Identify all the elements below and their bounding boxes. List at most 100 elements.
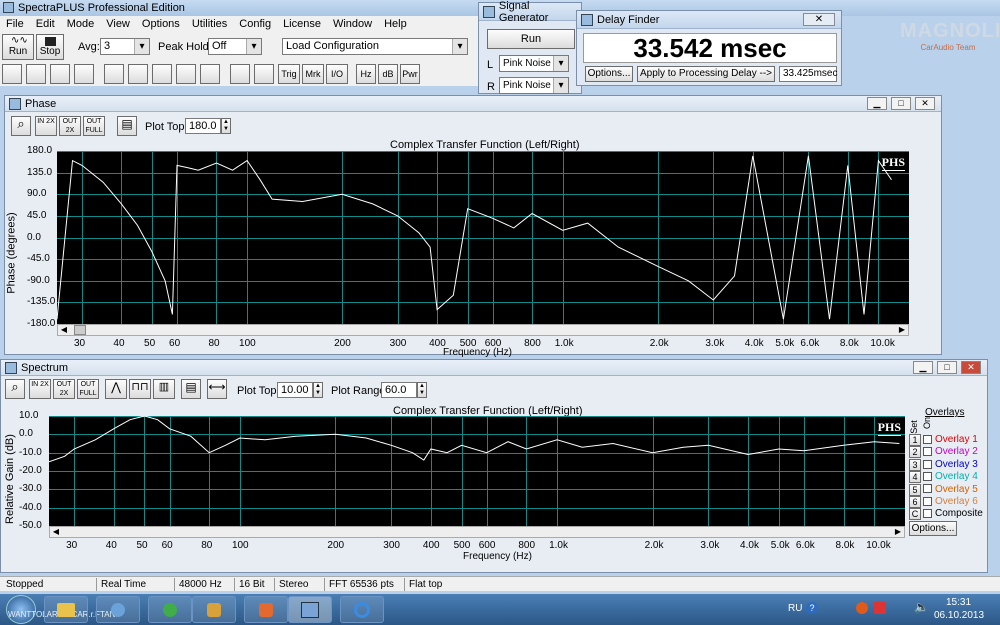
spectrum-plot-area[interactable]: PHS [49, 416, 905, 527]
x-tick-label: 80 [201, 540, 213, 551]
close-button[interactable]: ✕ [915, 97, 935, 110]
menu-item-view[interactable]: View [100, 16, 136, 32]
overlay-set-button[interactable]: 1 [909, 434, 921, 446]
media-player-icon[interactable] [96, 596, 140, 623]
toolbar-trig-button[interactable]: Trig [278, 64, 300, 84]
plot-range-input[interactable]: 60.0 [381, 382, 417, 398]
save-icon[interactable] [50, 64, 70, 84]
toolbar-hz-button[interactable]: Hz [356, 64, 376, 84]
paint-icon[interactable] [192, 596, 236, 623]
internet-explorer-icon[interactable] [340, 596, 384, 623]
zoom-in-2x-button[interactable]: IN 2X [29, 379, 51, 399]
stop-button[interactable]: Stop [36, 34, 64, 60]
zoom-magnifier-icon[interactable]: ⌕ [5, 379, 25, 399]
spectrum-icon[interactable] [176, 64, 196, 84]
spectrum-plot-top-spinner[interactable]: ▲ ▼ [313, 382, 323, 398]
composite-checkbox[interactable]: Composite [923, 508, 983, 520]
zoom-magnifier-icon[interactable]: ⌕ [11, 116, 31, 136]
triangle-icon[interactable] [254, 64, 274, 84]
phase-plot-top-spinner[interactable]: ▲ ▼ [221, 118, 231, 134]
toolbar-db-button[interactable]: dB [378, 64, 398, 84]
peak-icon[interactable] [128, 64, 148, 84]
run-button[interactable]: ∿∿ Run [2, 34, 34, 60]
bar-plot-icon[interactable]: ▥ [153, 379, 175, 399]
print-icon[interactable] [74, 64, 94, 84]
overlay-set-button[interactable]: 3 [909, 458, 921, 471]
language-indicator[interactable]: RU [788, 603, 802, 614]
explorer-icon[interactable] [44, 596, 88, 623]
overlay-set-button[interactable]: 2 [909, 446, 921, 459]
spectrum-plot-top-input[interactable]: 10.00 [277, 382, 313, 398]
step-plot-icon[interactable]: ⊓⊓ [129, 379, 151, 399]
zoom-out-full-button[interactable]: OUT FULL [77, 379, 99, 399]
play-icon[interactable] [104, 64, 124, 84]
load-configuration-select[interactable]: Load Configuration [282, 38, 468, 55]
zoom-in-2x-button[interactable]: IN 2X [35, 116, 57, 136]
menu-item-options[interactable]: Options [136, 16, 186, 32]
plot-range-spinner[interactable]: ▲ ▼ [417, 382, 427, 398]
overlay-checkbox[interactable]: Overlay 6 [923, 496, 978, 508]
x-tick-label: 6.0k [800, 338, 820, 349]
signal-generator-run-button[interactable]: Run [487, 29, 575, 49]
apply-to-processing-delay-button[interactable]: Apply to Processing Delay --> [637, 66, 775, 82]
graph-icon[interactable] [230, 64, 250, 84]
minimize-button[interactable]: ▁ [913, 361, 933, 374]
maximize-button[interactable]: □ [937, 361, 957, 374]
table-icon[interactable] [200, 64, 220, 84]
zoom-out-2x-button[interactable]: OUT 2X [59, 116, 81, 136]
overlay-set-button[interactable]: 4 [909, 471, 921, 484]
close-icon[interactable]: ✕ [803, 13, 835, 26]
minimize-button[interactable]: ▁ [867, 97, 887, 110]
new-icon[interactable] [2, 64, 22, 84]
overlay-checkbox[interactable]: Overlay 5 [923, 484, 978, 496]
menu-item-window[interactable]: Window [327, 16, 378, 32]
spectrum-settings-icon[interactable]: ▤ [181, 379, 201, 399]
zoom-out-2x-button[interactable]: OUT 2X [53, 379, 75, 399]
overlay-options-button[interactable]: Options... [909, 521, 957, 536]
delay-result-field[interactable]: 33.425msec [779, 66, 837, 82]
phase-plot-top-input[interactable]: 180.0 [185, 118, 221, 134]
x-tick-label: 30 [73, 338, 86, 349]
overlay-set-button[interactable]: 6 [909, 496, 921, 508]
tray-flag-icon[interactable] [874, 602, 886, 614]
menu-item-license[interactable]: License [277, 16, 327, 32]
menu-item-config[interactable]: Config [233, 16, 277, 32]
menu-item-mode[interactable]: Mode [61, 16, 101, 32]
avg-select[interactable]: 3 [100, 38, 150, 55]
phase-settings-icon[interactable]: ▤ [117, 116, 137, 136]
speaker-icon[interactable] [244, 596, 288, 623]
app-green-icon[interactable] [148, 596, 192, 623]
maximize-button[interactable]: □ [891, 97, 911, 110]
tray-volume-icon[interactable]: 🔈 [914, 600, 929, 614]
right-channel-select[interactable]: Pink Noise [499, 77, 569, 94]
delay-options-button[interactable]: Options... [585, 66, 633, 82]
open-icon[interactable] [26, 64, 46, 84]
x-tick-label: 5.0k [775, 338, 795, 349]
menu-item-help[interactable]: Help [378, 16, 413, 32]
menu-item-file[interactable]: File [0, 16, 30, 32]
spectraplus-taskbar-icon[interactable] [288, 596, 332, 623]
composite-set-button[interactable]: C [909, 508, 921, 520]
toolbar-mrk-button[interactable]: Mrk [302, 64, 324, 84]
line-plot-icon[interactable]: ⋀ [105, 379, 127, 399]
toolbar-io-button[interactable]: I/O [326, 64, 348, 84]
peak-hold-select[interactable]: Off [208, 38, 262, 55]
overlay-checkbox[interactable]: Overlay 3 [923, 459, 978, 471]
menu-item-utilities[interactable]: Utilities [186, 16, 233, 32]
overlay-checkbox[interactable]: Overlay 4 [923, 471, 978, 483]
menu-item-edit[interactable]: Edit [30, 16, 61, 32]
toolbar-pwr-button[interactable]: Pwr [400, 64, 420, 84]
overlay-set-button[interactable]: 5 [909, 483, 921, 496]
help-icon[interactable]: ? [806, 602, 818, 614]
phase-scrollbar[interactable]: ◀ ▶ [57, 324, 909, 336]
scale-icon[interactable]: ⟷ [207, 379, 227, 399]
zoom-out-full-button[interactable]: OUT FULL [83, 116, 105, 136]
spectrum-scrollbar[interactable]: ◀ ▶ [49, 526, 905, 538]
waveform-icon[interactable] [152, 64, 172, 84]
phase-plot-area[interactable]: PHS [57, 151, 909, 325]
left-channel-select[interactable]: Pink Noise [499, 55, 569, 72]
overlay-checkbox[interactable]: Overlay 1 [923, 434, 978, 446]
overlay-checkbox[interactable]: Overlay 2 [923, 446, 978, 458]
tray-shield-icon[interactable] [856, 602, 868, 614]
close-button[interactable]: ✕ [961, 361, 981, 374]
